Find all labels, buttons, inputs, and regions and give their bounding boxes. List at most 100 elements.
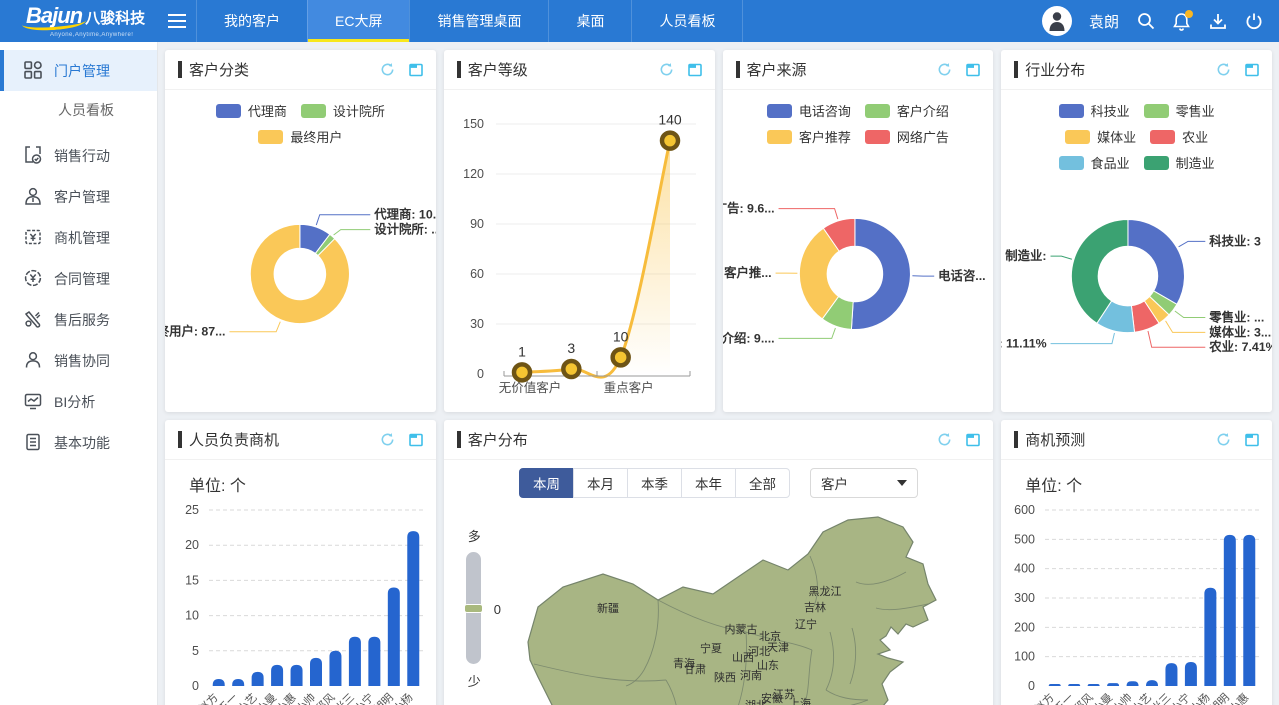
legend-item[interactable]: 电话咨询 — [767, 101, 851, 120]
bar[interactable] — [1205, 588, 1217, 686]
bar[interactable] — [213, 679, 225, 686]
bar[interactable] — [1127, 681, 1139, 686]
bar[interactable] — [349, 637, 361, 686]
maximize-icon[interactable] — [1245, 63, 1259, 77]
filter-button-本年[interactable]: 本年 — [681, 468, 736, 498]
legend-item[interactable]: 网络广告 — [865, 127, 949, 146]
bar[interactable] — [1146, 680, 1158, 686]
filter-button-全部[interactable]: 全部 — [735, 468, 790, 498]
sidebar-item-opportunity-mgmt[interactable]: 商机管理 — [0, 217, 157, 258]
bar[interactable] — [1224, 535, 1236, 686]
bar[interactable] — [232, 679, 244, 686]
download-icon[interactable] — [1208, 12, 1227, 31]
bar[interactable] — [1244, 535, 1256, 686]
maximize-icon[interactable] — [1245, 433, 1259, 447]
donut-slice[interactable] — [250, 224, 349, 323]
maximize-icon[interactable] — [966, 433, 980, 447]
province-label[interactable]: 上海 — [789, 696, 811, 705]
bar[interactable] — [388, 587, 400, 686]
bar[interactable] — [1107, 683, 1119, 686]
customer-source-donut-chart[interactable]: 电话咨...客户介绍: 9....客户推...网络广告: 9.6... — [723, 146, 994, 396]
bell-icon[interactable] — [1172, 12, 1191, 31]
sidebar-item-bi[interactable]: BI分析 — [0, 381, 157, 422]
legend-item[interactable]: 设计院所 — [301, 101, 385, 120]
customer-level-line-chart[interactable]: 0306090120150无价值客户重点客户1310140 — [444, 90, 715, 405]
sidebar-item-customer-mgmt[interactable]: 客户管理 — [0, 176, 157, 217]
sidebar-item-sales-action[interactable]: 销售行动 — [0, 135, 157, 176]
filter-button-本季[interactable]: 本季 — [627, 468, 682, 498]
province-label[interactable]: 新疆 — [597, 601, 619, 615]
sidebar-item-sales-collab[interactable]: 销售协同 — [0, 340, 157, 381]
bar[interactable] — [1068, 684, 1080, 686]
sidebar-item-contract-mgmt[interactable]: 合同管理 — [0, 258, 157, 299]
province-label[interactable]: 陕西 — [714, 670, 736, 684]
legend-item[interactable]: 代理商 — [216, 101, 287, 120]
province-label[interactable]: 甘肃 — [684, 663, 706, 676]
tab-staff-board[interactable]: 人员看板 — [631, 0, 743, 42]
china-map[interactable]: 新疆黑龙江吉林辽宁内蒙古北京天津宁夏山西河北山东青海甘肃陕西河南安徽江苏上海浙江… — [508, 512, 978, 705]
province-label[interactable]: 河北 — [748, 645, 770, 658]
bar[interactable] — [329, 651, 341, 686]
refresh-icon[interactable] — [380, 62, 395, 77]
maximize-icon[interactable] — [409, 63, 423, 77]
donut-slice[interactable] — [851, 218, 910, 329]
province-label[interactable]: 内蒙古 — [724, 622, 757, 636]
bar[interactable] — [271, 665, 283, 686]
hamburger-menu-icon[interactable] — [158, 0, 196, 42]
opportunity-forecast-bar-chart[interactable]: 0100200300400500600赵方王一邱风小曼小帅小艺米三小宁小杨胡明小… — [1001, 496, 1272, 705]
filter-button-本月[interactable]: 本月 — [573, 468, 628, 498]
legend-item[interactable]: 零售业 — [1144, 101, 1215, 120]
bar[interactable] — [310, 658, 322, 686]
legend-item[interactable]: 客户推荐 — [767, 127, 851, 146]
bar[interactable] — [407, 531, 419, 686]
avatar[interactable] — [1042, 6, 1072, 36]
staff-opportunity-bar-chart[interactable]: 0510152025赵方王一小艺小曼小惠小帅邱风米三小宁胡明小杨 — [165, 496, 436, 705]
province-label[interactable]: 黑龙江 — [808, 585, 841, 598]
tab-desktop[interactable]: 桌面 — [548, 0, 631, 42]
province-label[interactable]: 辽宁 — [795, 617, 817, 631]
legend-item[interactable]: 客户介绍 — [865, 101, 949, 120]
province-label[interactable]: 河南 — [740, 669, 762, 682]
bar[interactable] — [252, 672, 264, 686]
power-icon[interactable] — [1244, 12, 1263, 31]
visualmap-handle[interactable] — [464, 604, 483, 613]
province-label[interactable]: 湖北 — [745, 699, 767, 705]
legend-item[interactable]: 最终用户 — [258, 127, 342, 146]
bar[interactable] — [291, 665, 303, 686]
refresh-icon[interactable] — [937, 432, 952, 447]
sidebar-item-after-sales[interactable]: 售后服务 — [0, 299, 157, 340]
refresh-icon[interactable] — [1216, 62, 1231, 77]
search-icon[interactable] — [1136, 12, 1155, 31]
legend-item[interactable]: 农业 — [1150, 127, 1208, 146]
sidebar-item-staff-board[interactable]: 人员看板 — [0, 91, 157, 129]
tab-ec-screen[interactable]: EC大屏 — [307, 0, 409, 42]
province-label[interactable]: 宁夏 — [700, 641, 722, 655]
tab-sales-desktop[interactable]: 销售管理桌面 — [409, 0, 548, 42]
line-point[interactable] — [563, 361, 579, 377]
legend-item[interactable]: 媒体业 — [1065, 127, 1136, 146]
visualmap-track[interactable]: 0 — [466, 552, 481, 664]
sidebar-item-portal[interactable]: 门户管理 — [0, 50, 157, 91]
refresh-icon[interactable] — [659, 62, 674, 77]
customer-category-donut-chart[interactable]: 代理商: 10.3...设计院所: ...最终用户: 87... — [165, 146, 436, 396]
legend-item[interactable]: 制造业 — [1144, 153, 1215, 172]
maximize-icon[interactable] — [688, 63, 702, 77]
bar[interactable] — [368, 637, 380, 686]
legend-item[interactable]: 科技业 — [1059, 101, 1130, 120]
province-label[interactable]: 天津 — [767, 641, 789, 654]
tab-my-customers[interactable]: 我的客户 — [196, 0, 307, 42]
refresh-icon[interactable] — [937, 62, 952, 77]
refresh-icon[interactable] — [1216, 432, 1231, 447]
maximize-icon[interactable] — [966, 63, 980, 77]
bar[interactable] — [1166, 663, 1178, 686]
line-point[interactable] — [662, 133, 678, 149]
industry-donut-chart[interactable]: 科技业: 3零售业: ...媒体业: 3....农业: 7.41%食品业: 11… — [1001, 172, 1272, 394]
sidebar-item-basic[interactable]: 基本功能 — [0, 422, 157, 463]
legend-item[interactable]: 食品业 — [1059, 153, 1130, 172]
donut-slice[interactable] — [1128, 220, 1185, 305]
province-label[interactable]: 北京 — [759, 629, 781, 643]
customer-type-dropdown[interactable]: 客户 — [810, 468, 918, 498]
bar[interactable] — [1088, 684, 1100, 686]
bar[interactable] — [1049, 684, 1061, 686]
province-label[interactable]: 吉林 — [804, 600, 826, 614]
